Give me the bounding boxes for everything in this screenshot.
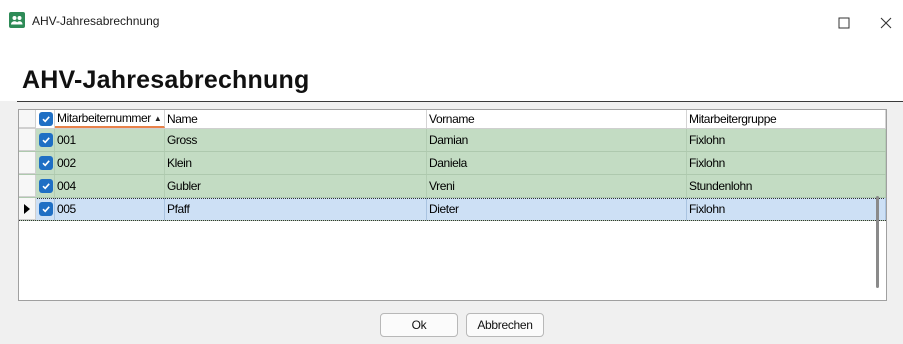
cell-vorname[interactable]: Dieter — [427, 198, 687, 220]
cell-mitarbeitergruppe[interactable]: Fixlohn — [687, 152, 886, 174]
grid-header: Mitarbeiternummer ▲ Name Vorname Mitarbe… — [19, 110, 886, 129]
row-checkbox[interactable] — [36, 152, 55, 174]
cell-name[interactable]: Klein — [165, 152, 427, 174]
table-row[interactable]: 002 Klein Daniela Fixlohn — [19, 152, 886, 175]
cell-mitarbeiternummer[interactable]: 001 — [55, 129, 165, 151]
checkbox-checked-icon — [39, 112, 53, 126]
ok-button[interactable]: Ok — [380, 313, 458, 337]
checkbox-checked-icon — [39, 179, 53, 193]
current-row-arrow-icon — [24, 204, 30, 214]
employee-grid[interactable]: Mitarbeiternummer ▲ Name Vorname Mitarbe… — [18, 109, 887, 301]
table-row[interactable]: 004 Gubler Vreni Stundenlohn — [19, 175, 886, 198]
cell-vorname[interactable]: Damian — [427, 129, 687, 151]
window-title: AHV-Jahresabrechnung — [32, 14, 160, 28]
cell-mitarbeitergruppe[interactable]: Fixlohn — [687, 129, 886, 151]
maximize-button[interactable] — [824, 8, 864, 38]
column-label: Vorname — [429, 112, 475, 126]
row-checkbox[interactable] — [36, 175, 55, 197]
column-label: Mitarbeitergruppe — [689, 112, 777, 126]
checkbox-checked-icon — [39, 202, 53, 216]
header-select-all[interactable] — [36, 110, 55, 128]
cell-name[interactable]: Pfaff — [165, 198, 427, 220]
column-header-name[interactable]: Name — [165, 110, 427, 128]
header-indicator — [19, 110, 36, 128]
cell-vorname[interactable]: Vreni — [427, 175, 687, 197]
column-header-vorname[interactable]: Vorname — [427, 110, 687, 128]
column-header-mitarbeitergruppe[interactable]: Mitarbeitergruppe — [687, 110, 886, 128]
cell-name[interactable]: Gross — [165, 129, 427, 151]
cell-mitarbeiternummer[interactable]: 004 — [55, 175, 165, 197]
row-indicator[interactable] — [19, 198, 36, 220]
cell-mitarbeitergruppe[interactable]: Fixlohn — [687, 198, 886, 220]
title-bar: AHV-Jahresabrechnung — [0, 0, 903, 46]
cell-mitarbeitergruppe[interactable]: Stundenlohn — [687, 175, 886, 197]
column-label: Mitarbeiternummer — [57, 111, 151, 125]
row-indicator[interactable] — [19, 175, 36, 197]
cancel-button[interactable]: Abbrechen — [466, 313, 544, 337]
row-checkbox[interactable] — [36, 129, 55, 151]
app-icon — [9, 12, 25, 28]
cell-vorname[interactable]: Daniela — [427, 152, 687, 174]
row-checkbox[interactable] — [36, 198, 55, 220]
cell-mitarbeiternummer[interactable]: 002 — [55, 152, 165, 174]
column-header-mitarbeiternummer[interactable]: Mitarbeiternummer ▲ — [55, 110, 165, 128]
row-indicator[interactable] — [19, 152, 36, 174]
heading-divider — [17, 101, 903, 102]
table-row[interactable]: 001 Gross Damian Fixlohn — [19, 129, 886, 152]
close-icon — [880, 17, 892, 29]
maximize-icon — [838, 17, 850, 29]
page-title: AHV-Jahresabrechnung — [22, 66, 310, 94]
vertical-scrollbar[interactable] — [876, 196, 879, 288]
close-button[interactable] — [866, 8, 903, 38]
cell-name[interactable]: Gubler — [165, 175, 427, 197]
heading-area: AHV-Jahresabrechnung — [0, 46, 903, 101]
checkbox-checked-icon — [39, 156, 53, 170]
table-row-selected[interactable]: 005 Pfaff Dieter Fixlohn — [19, 198, 886, 221]
cell-mitarbeiternummer[interactable]: 005 — [55, 198, 165, 220]
row-indicator[interactable] — [19, 129, 36, 151]
column-label: Name — [167, 112, 198, 126]
sort-ascending-icon: ▲ — [153, 113, 162, 123]
checkbox-checked-icon — [39, 133, 53, 147]
